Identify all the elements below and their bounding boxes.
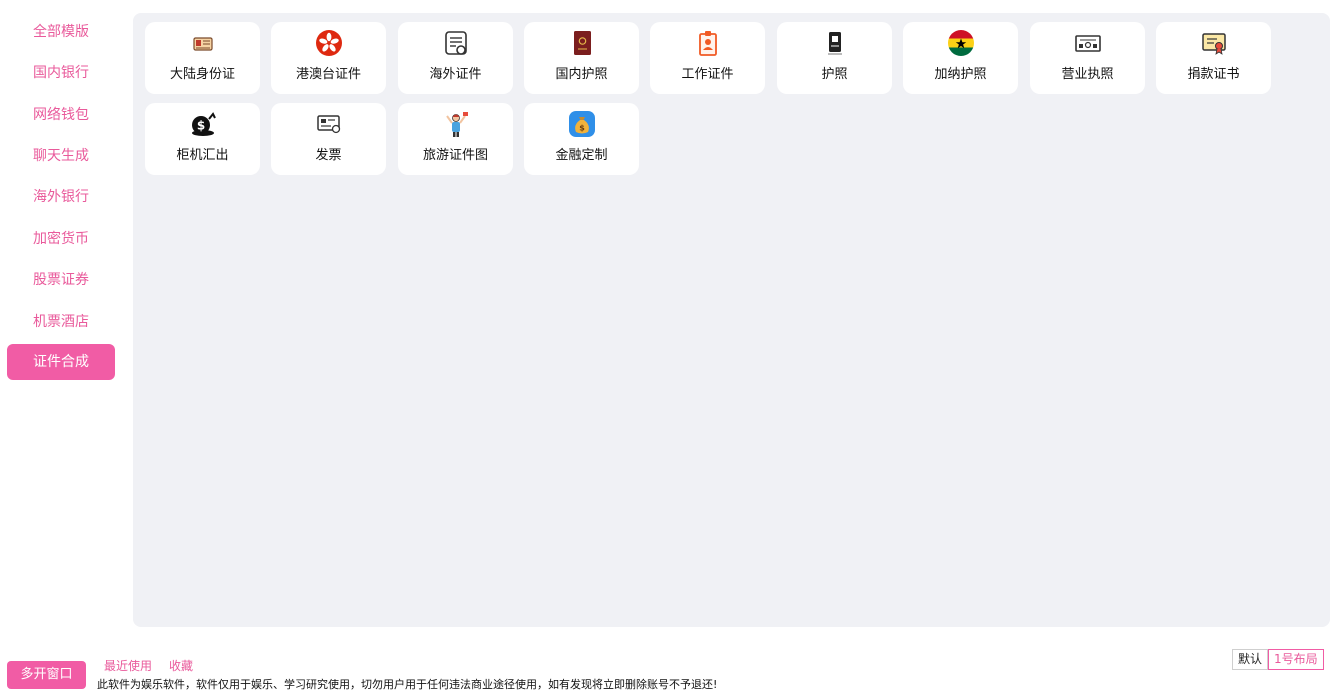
sidebar-item-overseas-banks[interactable]: 海外银行 [7, 179, 115, 215]
card-label: 护照 [821, 67, 848, 82]
sidebar-item-chat-generation[interactable]: 聊天生成 [7, 138, 115, 174]
template-card-passport[interactable]: 护照 [777, 22, 892, 94]
template-card-ghana-passport[interactable]: 加纳护照 [903, 22, 1018, 94]
sidebar-item-id-composition[interactable]: 证件合成 [7, 344, 115, 380]
hong-kong-flag-icon [316, 30, 342, 56]
sidebar-item-domestic-banks[interactable]: 国内银行 [7, 55, 115, 91]
template-card-counter-remittance[interactable]: $ 柜机汇出 [145, 103, 260, 175]
card-label: 国内护照 [555, 67, 608, 82]
card-label: 旅游证件图 [422, 148, 488, 163]
sidebar-item-all-templates[interactable]: 全部模版 [7, 14, 115, 50]
sidebar-item-online-wallets[interactable]: 网络钱包 [7, 97, 115, 133]
sidebar-item-flights-hotels[interactable]: 机票酒店 [7, 304, 115, 340]
template-card-invoice[interactable]: 发票 [271, 103, 386, 175]
template-panel: 大陆身份证 港澳台证件 海外证件 国内护照 工作证件 护照 加纳护照 营业执照 … [133, 13, 1330, 627]
card-label: 加纳护照 [934, 67, 987, 82]
business-license-icon [1075, 35, 1101, 52]
card-label: 柜机汇出 [176, 148, 229, 163]
svg-text:$: $ [579, 124, 585, 133]
passport-icon [828, 32, 842, 55]
layout-option-1[interactable]: 1号布局 [1268, 649, 1324, 670]
template-card-donation-certificate[interactable]: 捐款证书 [1156, 22, 1271, 94]
template-card-mainland-id[interactable]: 大陆身份证 [145, 22, 260, 94]
certificate-document-icon [445, 31, 467, 55]
invoice-icon [317, 115, 341, 134]
template-card-business-license[interactable]: 营业执照 [1030, 22, 1145, 94]
card-label: 发票 [315, 148, 342, 163]
card-label: 捐款证书 [1187, 67, 1240, 82]
money-bag-icon: $ [569, 111, 595, 137]
template-card-travel-photo[interactable]: 旅游证件图 [398, 103, 513, 175]
id-card-icon [193, 37, 213, 51]
disclaimer-text: 此软件为娱乐软件，软件仅用于娱乐、学习研究使用，切勿用户用于任何违法商业途径使用… [97, 678, 718, 691]
svg-text:$: $ [197, 119, 205, 133]
template-card-hk-macau-taiwan[interactable]: 港澳台证件 [271, 22, 386, 94]
layout-switch: 默认 1号布局 [1232, 649, 1324, 670]
card-label: 大陆身份证 [169, 67, 235, 82]
favorites-link[interactable]: 收藏 [169, 657, 193, 674]
card-label: 营业执照 [1061, 67, 1114, 82]
layout-option-default[interactable]: 默认 [1232, 649, 1269, 670]
recent-used-link[interactable]: 最近使用 [104, 657, 152, 674]
work-badge-icon [699, 31, 717, 56]
donation-certificate-icon [1202, 33, 1226, 55]
template-card-finance-custom[interactable]: $ 金融定制 [524, 103, 639, 175]
card-label: 港澳台证件 [295, 67, 361, 82]
multi-window-button[interactable]: 多开窗口 [7, 661, 86, 689]
dollar-transfer-icon: $ [192, 112, 216, 136]
template-card-domestic-passport[interactable]: 国内护照 [524, 22, 639, 94]
card-label: 工作证件 [681, 67, 734, 82]
sidebar-item-crypto[interactable]: 加密货币 [7, 221, 115, 257]
card-label: 海外证件 [429, 67, 482, 82]
template-card-work-id[interactable]: 工作证件 [650, 22, 765, 94]
template-card-overseas-id[interactable]: 海外证件 [398, 22, 513, 94]
ghana-flag-icon [948, 30, 974, 56]
sidebar-item-stocks[interactable]: 股票证券 [7, 262, 115, 298]
card-label: 金融定制 [555, 148, 608, 163]
passport-book-icon [574, 31, 591, 55]
traveler-photo-icon [446, 112, 468, 137]
